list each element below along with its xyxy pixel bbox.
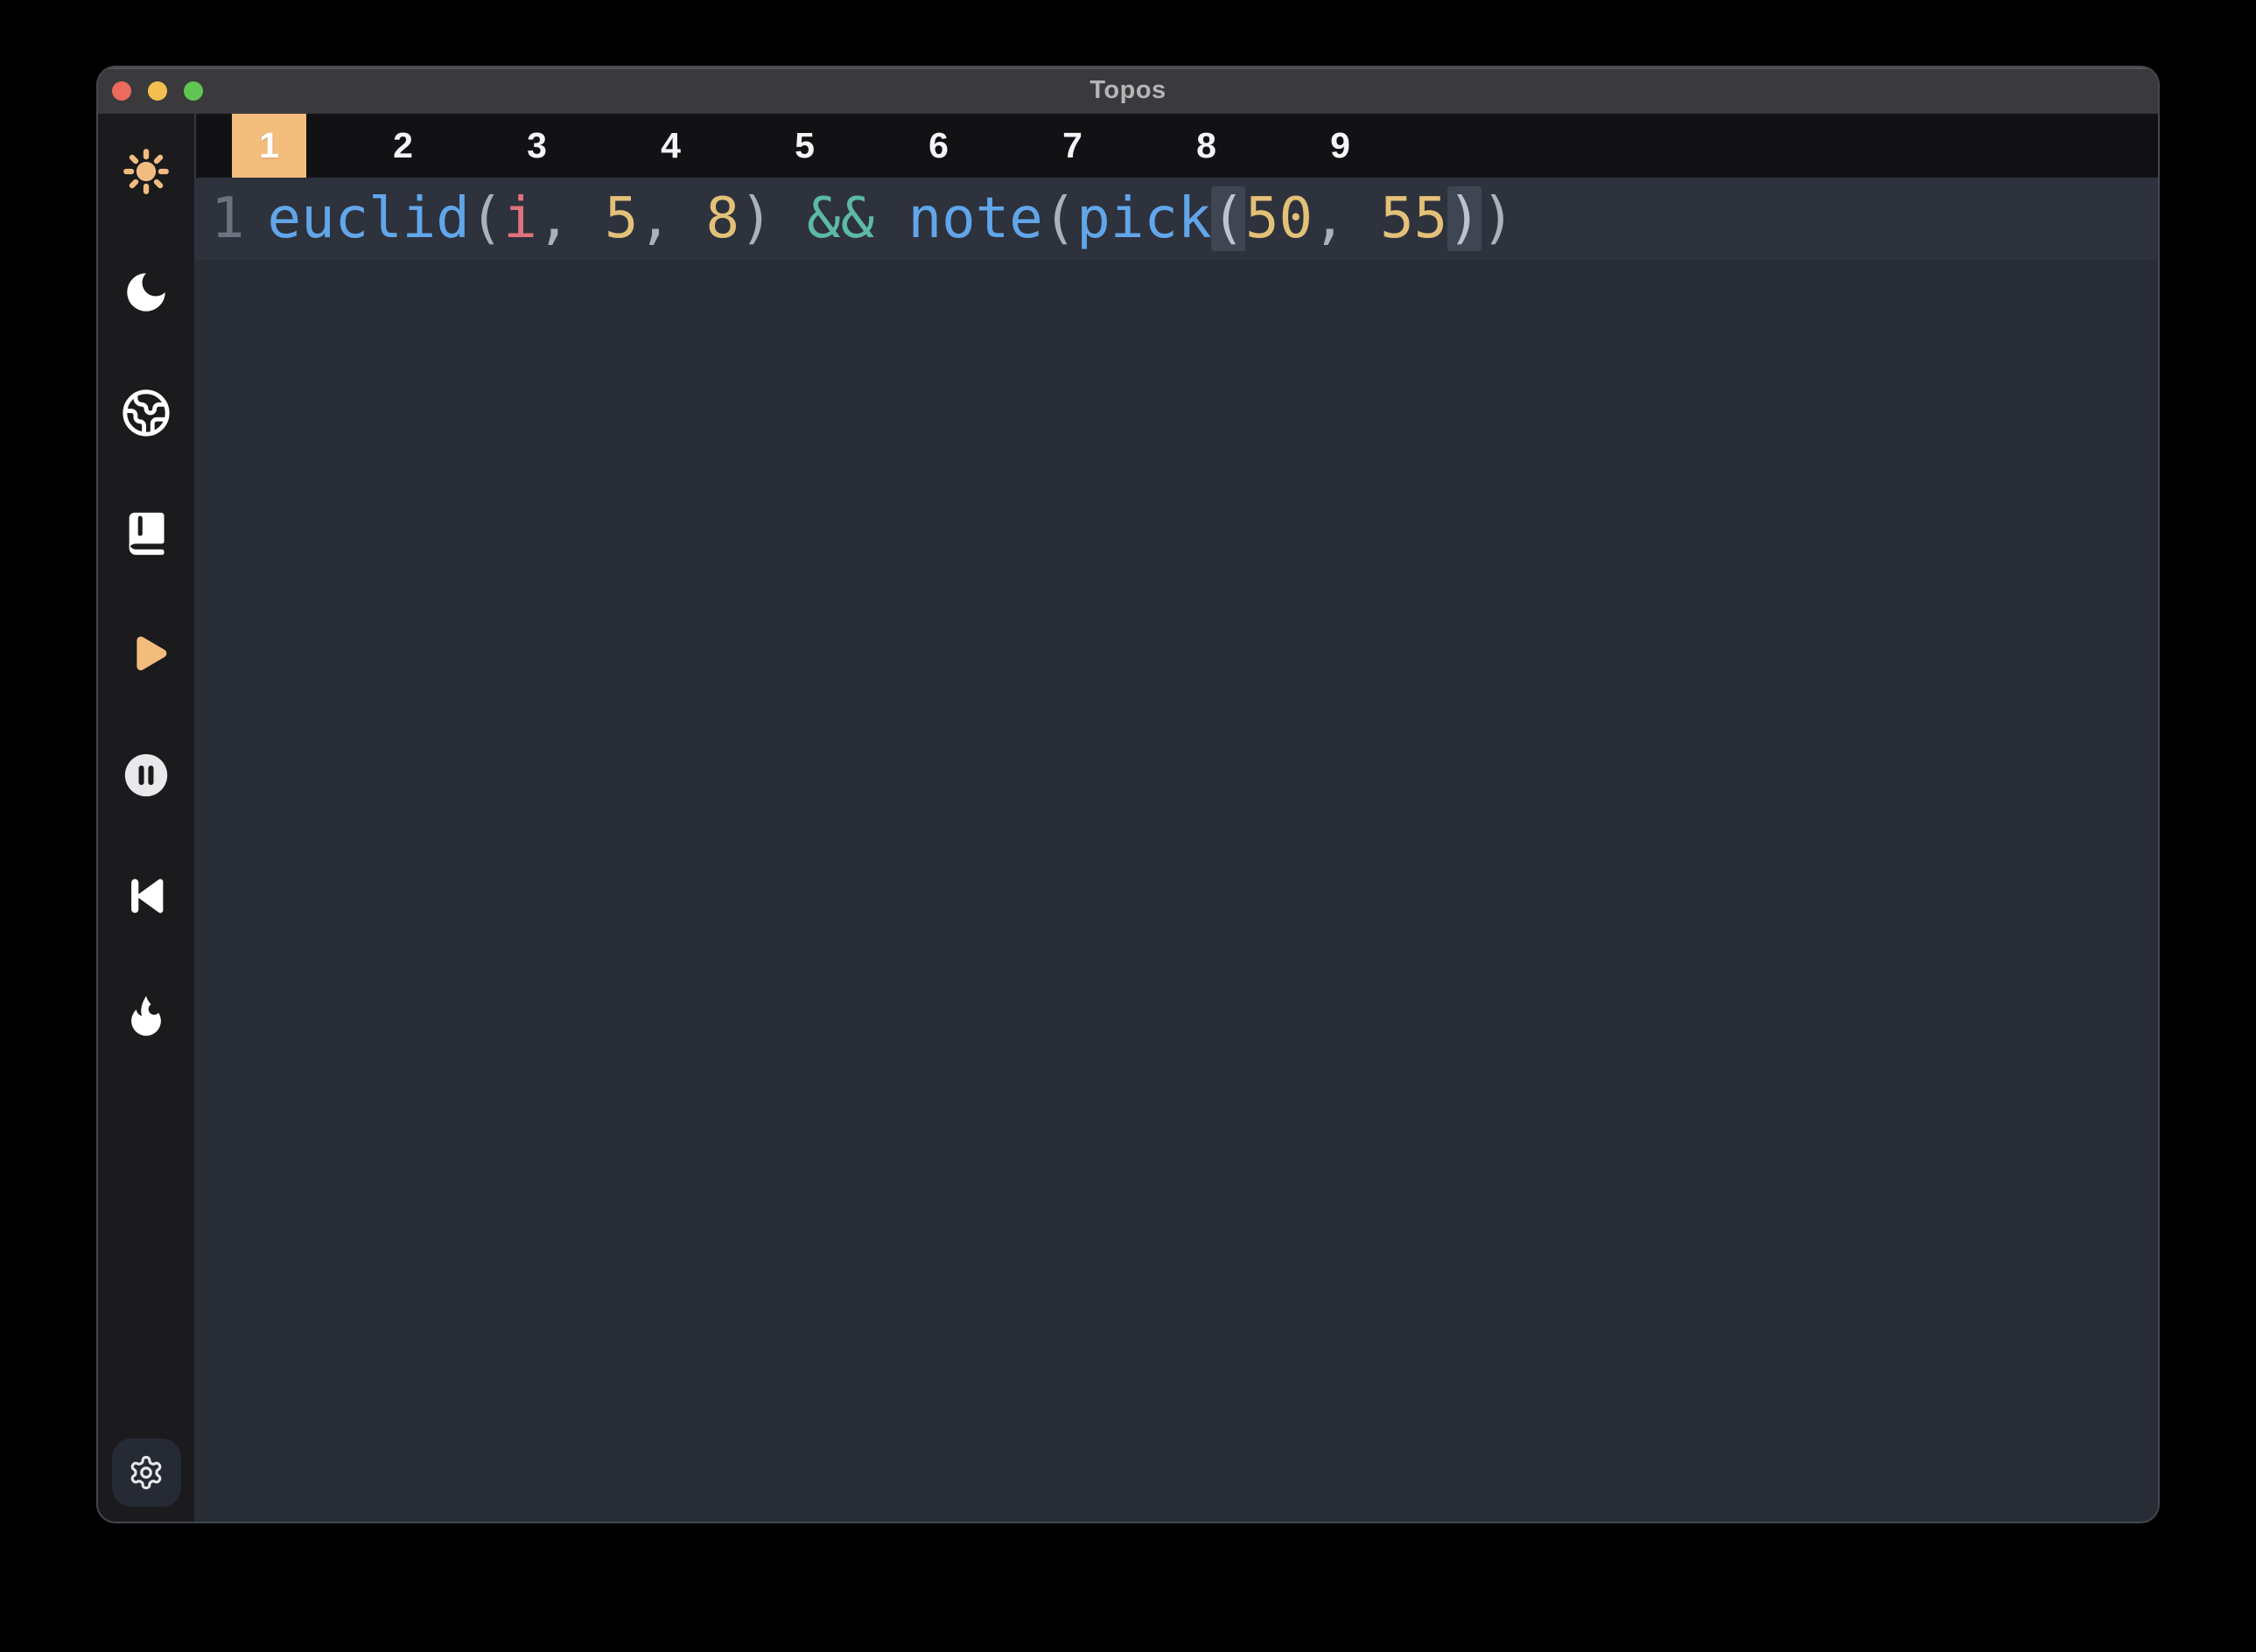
tab-3[interactable]: 3 bbox=[500, 114, 574, 178]
code-token: euclid bbox=[268, 186, 470, 251]
tab-4[interactable]: 4 bbox=[634, 114, 708, 178]
desktop: Topos bbox=[0, 0, 2256, 1652]
skip-back-icon bbox=[121, 871, 172, 921]
code-token: i bbox=[503, 186, 537, 251]
tab-5[interactable]: 5 bbox=[767, 114, 842, 178]
gear-icon bbox=[128, 1454, 165, 1491]
editor-active-line: 1 euclid(i, 5, 8) && note(pick(50, 55)) bbox=[194, 178, 2158, 260]
window-title: Topos bbox=[98, 76, 2158, 105]
code-token: 5 bbox=[605, 186, 639, 251]
book-icon bbox=[121, 508, 172, 559]
play-icon bbox=[121, 629, 172, 680]
code-token: ( bbox=[1043, 186, 1077, 251]
sun-icon bbox=[121, 146, 172, 197]
tab-8[interactable]: 8 bbox=[1169, 114, 1244, 178]
code-token: && bbox=[807, 186, 874, 251]
tab-2[interactable]: 2 bbox=[366, 114, 440, 178]
globe-button[interactable] bbox=[121, 388, 172, 438]
settings-button[interactable] bbox=[112, 1438, 181, 1507]
code-token: pick bbox=[1076, 186, 1211, 251]
flame-button[interactable] bbox=[121, 991, 172, 1042]
pause-button[interactable] bbox=[121, 750, 172, 801]
topos-window: Topos bbox=[98, 67, 2158, 1522]
line-number: 1 bbox=[211, 186, 245, 251]
code-token bbox=[874, 186, 908, 251]
pause-icon bbox=[121, 750, 172, 801]
code-token: ) bbox=[1447, 186, 1482, 251]
code-token: , bbox=[1313, 186, 1380, 251]
skip-back-button[interactable] bbox=[121, 871, 172, 921]
code-token: , bbox=[537, 186, 605, 251]
globe-icon bbox=[121, 388, 172, 438]
window-content: 123456789 1 euclid(i, 5, 8) && note(pick… bbox=[98, 114, 2158, 1522]
sidebar bbox=[98, 114, 194, 1522]
docs-button[interactable] bbox=[121, 508, 172, 559]
tab-1[interactable]: 1 bbox=[232, 114, 306, 178]
tab-6[interactable]: 6 bbox=[901, 114, 976, 178]
main-area: 123456789 1 euclid(i, 5, 8) && note(pick… bbox=[194, 114, 2158, 1522]
title-bar[interactable]: Topos bbox=[98, 67, 2158, 114]
code-token: 8 bbox=[705, 186, 739, 251]
tab-9[interactable]: 9 bbox=[1303, 114, 1377, 178]
code-line: euclid(i, 5, 8) && note(pick(50, 55)) bbox=[268, 186, 1516, 251]
code-editor[interactable]: 1 euclid(i, 5, 8) && note(pick(50, 55)) bbox=[194, 178, 2158, 1522]
dark-theme-button[interactable] bbox=[121, 267, 172, 318]
code-token: 55 bbox=[1380, 186, 1447, 251]
tab-bar: 123456789 bbox=[194, 114, 2158, 178]
code-token: ( bbox=[470, 186, 504, 251]
flame-icon bbox=[121, 991, 172, 1042]
play-button[interactable] bbox=[121, 629, 172, 680]
code-token: ) bbox=[739, 186, 807, 251]
code-token: , bbox=[638, 186, 705, 251]
code-token: ( bbox=[1211, 186, 1245, 251]
moon-icon bbox=[121, 267, 172, 318]
code-token: note bbox=[908, 186, 1043, 251]
code-token: ) bbox=[1482, 186, 1516, 251]
code-token: 50 bbox=[1245, 186, 1313, 251]
light-theme-button[interactable] bbox=[121, 146, 172, 197]
tab-7[interactable]: 7 bbox=[1035, 114, 1110, 178]
